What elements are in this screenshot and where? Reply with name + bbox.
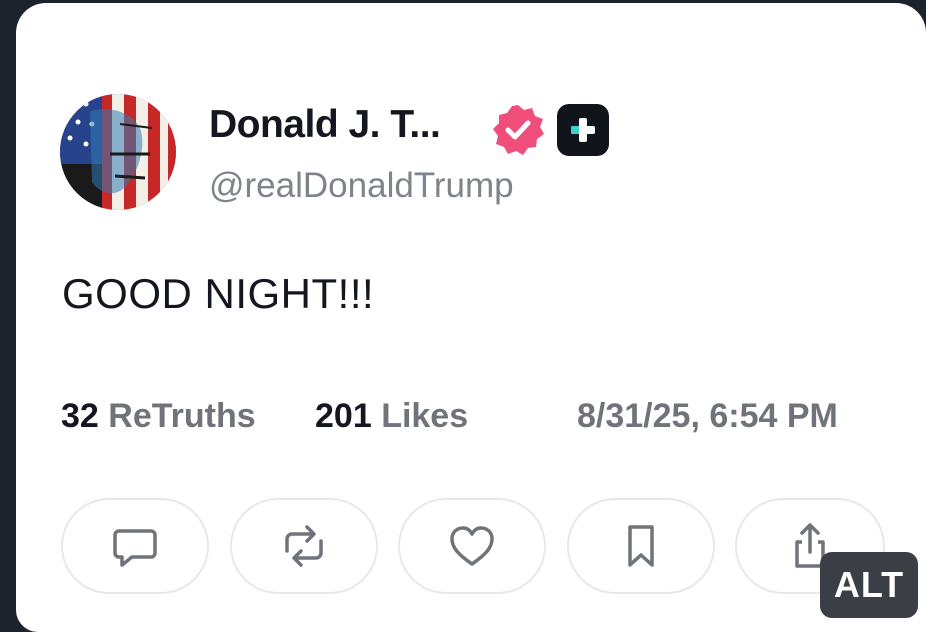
plus-badge-icon: [557, 104, 609, 156]
bookmark-button[interactable]: [567, 498, 715, 594]
verified-badge-icon: [493, 105, 544, 155]
post-timestamp[interactable]: 8/31/25, 6:54 PM: [577, 397, 838, 436]
display-name[interactable]: Donald J. T...: [209, 103, 441, 147]
retruths-count: 32: [61, 397, 99, 435]
reply-icon: [113, 529, 157, 567]
retruth-icon: [285, 525, 323, 567]
alt-text-badge[interactable]: ALT: [820, 552, 918, 618]
post-card: Donald J. T... @realDonaldTrump GOOD NIG…: [16, 3, 926, 632]
retruths-stat[interactable]: 32 ReTruths: [61, 397, 256, 436]
avatar-image: [60, 94, 176, 210]
likes-stat[interactable]: 201 Likes: [315, 397, 468, 436]
reply-button[interactable]: [61, 498, 209, 594]
likes-label: Likes: [381, 397, 469, 435]
retruth-button[interactable]: [230, 498, 378, 594]
post-text: GOOD NIGHT!!!: [62, 270, 375, 317]
like-icon: [450, 526, 494, 566]
avatar[interactable]: [60, 94, 176, 210]
user-handle[interactable]: @realDonaldTrump: [209, 166, 514, 206]
bookmark-icon: [628, 525, 654, 567]
like-button[interactable]: [398, 498, 546, 594]
retruths-label: ReTruths: [108, 397, 256, 435]
likes-count: 201: [315, 397, 372, 435]
